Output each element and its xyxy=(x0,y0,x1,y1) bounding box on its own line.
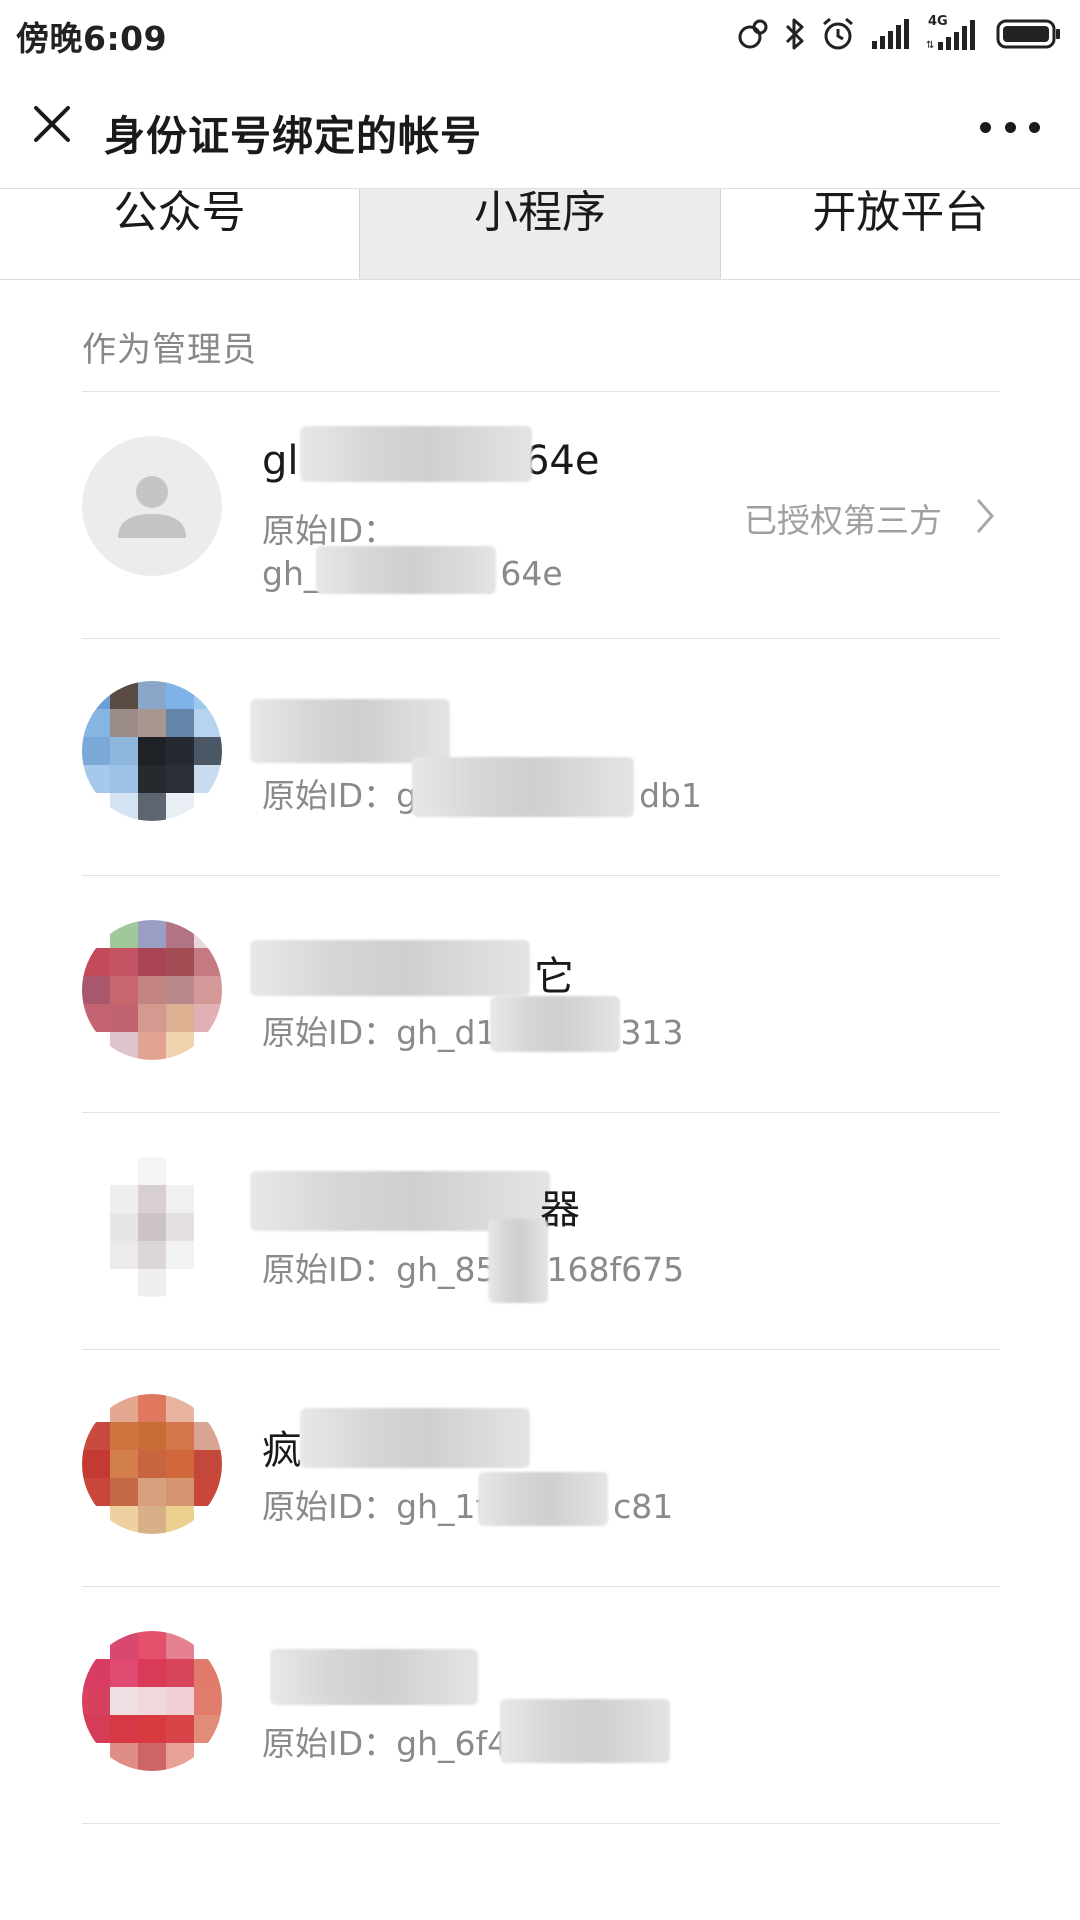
section-label: 作为管理员 xyxy=(82,330,257,370)
id-label: 原始ID： xyxy=(262,1250,397,1289)
id-label: 原始ID： xyxy=(262,1013,397,1052)
battery-icon xyxy=(996,19,1060,49)
id-prefix: gh_6f4 xyxy=(396,1724,509,1763)
svg-text:⇅: ⇅ xyxy=(926,40,934,51)
tab-open-platform[interactable]: 开放平台 xyxy=(721,187,1080,279)
id-suffix: db1 xyxy=(639,776,702,815)
more-dot xyxy=(1004,121,1016,133)
more-icon[interactable] xyxy=(980,118,1040,136)
list-item[interactable]: 疯 原始ID：gh_1f c81 xyxy=(0,1350,1080,1586)
avatar xyxy=(82,1394,222,1534)
item-id-value: 原始ID：gh_85 168f675 xyxy=(262,1243,684,1291)
list-item[interactable]: 器 原始ID：gh_85 168f675 xyxy=(0,1113,1080,1349)
name-prefix: gl xyxy=(262,438,299,484)
id-prefix: gh_1f xyxy=(396,1487,488,1526)
default-avatar-icon xyxy=(82,436,222,576)
item-id-label: 原始ID： xyxy=(262,511,397,550)
title-bar: 身份证号绑定的帐号 xyxy=(0,68,1080,188)
item-id-value: 原始ID：gh_d1 313 xyxy=(262,1006,683,1054)
avatar xyxy=(82,920,222,1060)
tab-label: 公众号 xyxy=(113,187,246,238)
id-suffix: 313 xyxy=(620,1013,684,1052)
item-name-suffix: 它 xyxy=(534,954,574,1000)
id-prefix: gh_85 xyxy=(396,1250,497,1289)
redaction xyxy=(270,1649,478,1705)
blurred-avatar xyxy=(82,681,222,821)
bluetooth-icon xyxy=(785,18,804,50)
redaction xyxy=(412,757,634,817)
blurred-avatar xyxy=(82,1631,222,1771)
avatar xyxy=(82,681,222,821)
status-bar: 傍晚6:09 4G ⇅ xyxy=(0,0,1080,68)
alarm-icon xyxy=(823,17,853,50)
tab-mini-programs[interactable]: 小程序 xyxy=(359,187,721,279)
list-item[interactable]: 它 原始ID：gh_d1 313 xyxy=(0,876,1080,1112)
signal-icon xyxy=(872,19,909,49)
redaction xyxy=(250,940,530,996)
hotspot-icon xyxy=(738,19,768,49)
redaction xyxy=(500,1699,670,1763)
id-label: 原始ID： xyxy=(262,1487,397,1526)
tab-bar: 公众号 小程序 开放平台 xyxy=(0,187,1080,280)
item-id-value: 原始ID：gh_6f4 xyxy=(262,1717,508,1765)
status-icons: 4G ⇅ xyxy=(736,12,1062,56)
page-title: 身份证号绑定的帐号 xyxy=(104,112,482,160)
redaction xyxy=(478,1472,608,1526)
redaction xyxy=(300,1408,530,1468)
id-suffix: 168f675 xyxy=(546,1250,685,1289)
tab-label: 小程序 xyxy=(473,187,606,238)
avatar xyxy=(82,1157,222,1297)
redaction xyxy=(488,1219,548,1303)
list-item[interactable]: 原始ID：gh_6f4 xyxy=(0,1587,1080,1823)
id-label: 原始ID： xyxy=(262,776,397,815)
redaction xyxy=(300,426,532,482)
id-prefix: gh_d1 xyxy=(396,1013,497,1052)
chevron-right-icon xyxy=(976,499,994,533)
tab-label: 开放平台 xyxy=(812,187,989,238)
more-dot xyxy=(980,121,991,133)
list-item[interactable]: gl 364e 原始ID： gh_ 64e 已授权第三方 xyxy=(0,392,1080,638)
list-item[interactable]: 原始ID：g db1 xyxy=(0,639,1080,875)
status-time: 傍晚6:09 xyxy=(16,19,168,58)
avatar xyxy=(82,1631,222,1771)
close-icon[interactable] xyxy=(28,100,76,148)
id-label: 原始ID： xyxy=(262,1724,397,1763)
signal-4g-icon: 4G ⇅ xyxy=(924,14,982,52)
redaction xyxy=(490,996,620,1052)
blurred-avatar xyxy=(82,1157,222,1297)
more-dot xyxy=(1029,121,1040,133)
item-name-prefix: 疯 xyxy=(262,1428,302,1474)
id-suffix: c81 xyxy=(613,1487,674,1526)
divider xyxy=(82,1823,1000,1824)
blurred-avatar xyxy=(82,1394,222,1534)
id-prefix: gh_ xyxy=(262,554,321,593)
redaction xyxy=(316,546,496,594)
id-suffix: 64e xyxy=(500,554,563,593)
blurred-avatar xyxy=(82,920,222,1060)
tab-official-accounts[interactable]: 公众号 xyxy=(0,187,359,279)
item-id-value: 原始ID：gh_1f c81 xyxy=(262,1480,673,1528)
redaction xyxy=(250,699,450,763)
auth-status: 已授权第三方 xyxy=(744,501,942,540)
